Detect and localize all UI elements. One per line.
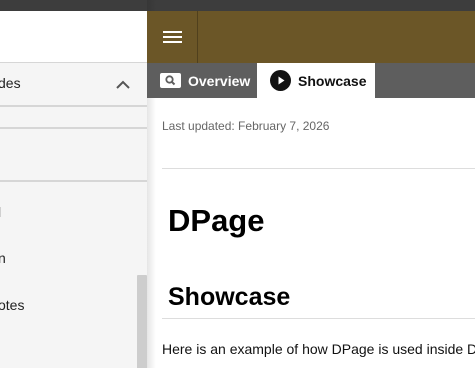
sidebar-divider (0, 180, 147, 182)
sidebar-item[interactable]: otes (0, 297, 24, 313)
menu-button[interactable] (147, 11, 198, 63)
window-top-strip (0, 0, 475, 11)
sidebar-header (0, 11, 147, 62)
top-app-bar (147, 11, 475, 63)
sidebar-section-label: des (0, 75, 21, 91)
divider (162, 318, 475, 319)
search-icon (160, 73, 181, 88)
sidebar-item[interactable]: n (0, 250, 6, 266)
divider (162, 168, 475, 169)
tab-bar: Overview Showcase (147, 63, 475, 99)
menu-icon (163, 41, 182, 43)
tab-showcase-label: Showcase (298, 73, 367, 89)
play-circle-icon (270, 70, 291, 91)
chevron-up-icon[interactable] (113, 75, 133, 95)
menu-icon (163, 36, 182, 38)
sidebar-divider (0, 127, 147, 129)
sidebar: des l n otes (0, 11, 147, 368)
menu-icon (163, 31, 182, 33)
sidebar-scrollbar[interactable] (137, 275, 147, 368)
main-content: Last updated: February 7, 2026 DPage Sho… (147, 99, 475, 368)
section-heading: Showcase (168, 283, 291, 311)
sidebar-section-toggle[interactable]: des (0, 62, 147, 107)
tab-overview[interactable]: Overview (147, 63, 257, 98)
sidebar-item[interactable]: l (0, 204, 1, 220)
tab-overview-label: Overview (188, 73, 251, 89)
intro-paragraph: Here is an example of how DPage is used … (162, 341, 475, 357)
tab-showcase[interactable]: Showcase (257, 63, 375, 99)
last-updated: Last updated: February 7, 2026 (162, 119, 330, 133)
page-title: DPage (168, 203, 265, 238)
